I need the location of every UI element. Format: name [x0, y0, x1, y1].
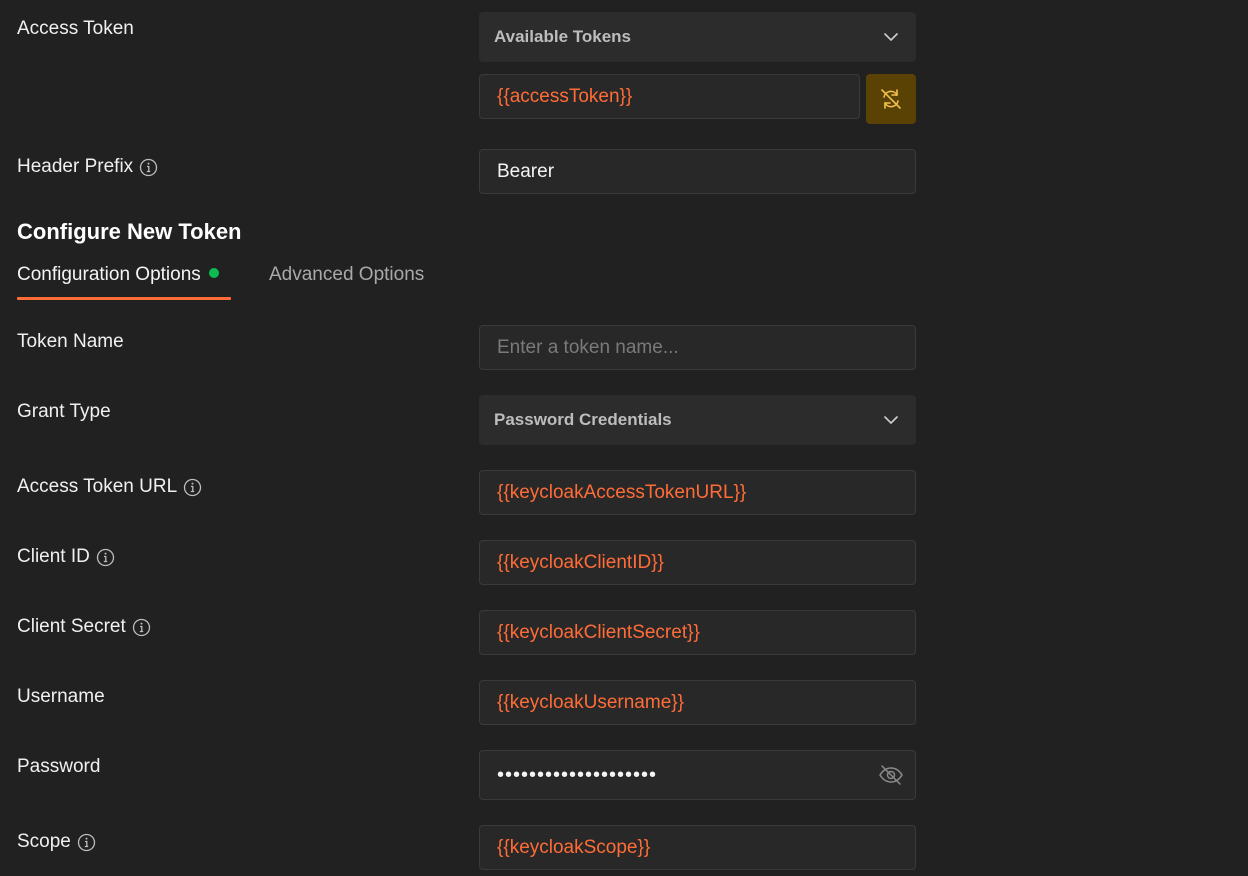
username-value: {{keycloakUsername}}: [497, 691, 684, 713]
access-token-label-text: Access Token: [17, 18, 134, 39]
grant-type-value: Password Credentials: [494, 410, 672, 429]
header-prefix-label: Header Prefix: [17, 156, 158, 178]
auth-config-panel: Access Token Available Tokens {{accessTo…: [0, 0, 1248, 876]
access-token-value: {{accessToken}}: [497, 85, 633, 107]
password-label-text: Password: [17, 756, 101, 777]
sync-token-button[interactable]: [866, 74, 916, 124]
info-icon[interactable]: [132, 618, 151, 637]
info-icon[interactable]: [139, 158, 158, 177]
chevron-down-icon: [882, 28, 900, 46]
client-secret-label-text: Client Secret: [17, 616, 126, 637]
password-label: Password: [17, 756, 100, 778]
scope-input[interactable]: {{keycloakScope}}: [479, 825, 916, 870]
sync-off-icon: [878, 86, 904, 112]
section-title: Configure New Token: [17, 219, 242, 244]
token-name-label: Token Name: [17, 331, 124, 353]
access-token-url-value: {{keycloakAccessTokenURL}}: [497, 481, 747, 503]
header-prefix-input[interactable]: Bearer: [479, 149, 916, 194]
active-tab-indicator: [17, 297, 231, 300]
password-input[interactable]: ••••••••••••••••••••: [479, 750, 916, 800]
grant-type-label-text: Grant Type: [17, 401, 111, 422]
scope-label: Scope: [17, 831, 96, 853]
client-id-value: {{keycloakClientID}}: [497, 551, 664, 573]
token-name-input[interactable]: Enter a token name...: [479, 325, 916, 370]
eye-off-icon[interactable]: [878, 762, 904, 788]
grant-type-label: Grant Type: [17, 401, 111, 423]
info-icon[interactable]: [183, 478, 202, 497]
available-tokens-dropdown[interactable]: Available Tokens: [479, 12, 916, 62]
tab-configuration-options-label: Configuration Options: [17, 264, 201, 285]
scope-label-text: Scope: [17, 831, 71, 852]
client-secret-value: {{keycloakClientSecret}}: [497, 621, 700, 643]
access-token-url-label: Access Token URL: [17, 476, 202, 498]
available-tokens-label: Available Tokens: [494, 27, 631, 46]
client-id-label: Client ID: [17, 546, 115, 568]
tab-advanced-options[interactable]: Advanced Options: [269, 264, 424, 286]
info-icon[interactable]: [96, 548, 115, 567]
tab-configuration-options[interactable]: Configuration Options: [17, 264, 219, 286]
access-token-url-label-text: Access Token URL: [17, 476, 178, 497]
token-name-label-text: Token Name: [17, 331, 124, 352]
scope-value: {{keycloakScope}}: [497, 836, 651, 858]
username-label-text: Username: [17, 686, 105, 707]
access-token-input[interactable]: {{accessToken}}: [479, 74, 860, 119]
client-id-input[interactable]: {{keycloakClientID}}: [479, 540, 916, 585]
client-id-label-text: Client ID: [17, 546, 90, 567]
token-name-placeholder: Enter a token name...: [497, 336, 679, 358]
chevron-down-icon: [882, 411, 900, 429]
grant-type-dropdown[interactable]: Password Credentials: [479, 395, 916, 445]
username-label: Username: [17, 686, 105, 708]
username-input[interactable]: {{keycloakUsername}}: [479, 680, 916, 725]
password-value: ••••••••••••••••••••: [497, 763, 658, 786]
client-secret-input[interactable]: {{keycloakClientSecret}}: [479, 610, 916, 655]
status-dot: [208, 268, 219, 278]
info-icon[interactable]: [77, 833, 96, 852]
client-secret-label: Client Secret: [17, 616, 151, 638]
header-prefix-label-text: Header Prefix: [17, 156, 134, 177]
tab-advanced-options-label: Advanced Options: [269, 264, 425, 285]
header-prefix-value: Bearer: [497, 160, 555, 182]
access-token-label: Access Token: [17, 18, 134, 40]
access-token-url-input[interactable]: {{keycloakAccessTokenURL}}: [479, 470, 916, 515]
